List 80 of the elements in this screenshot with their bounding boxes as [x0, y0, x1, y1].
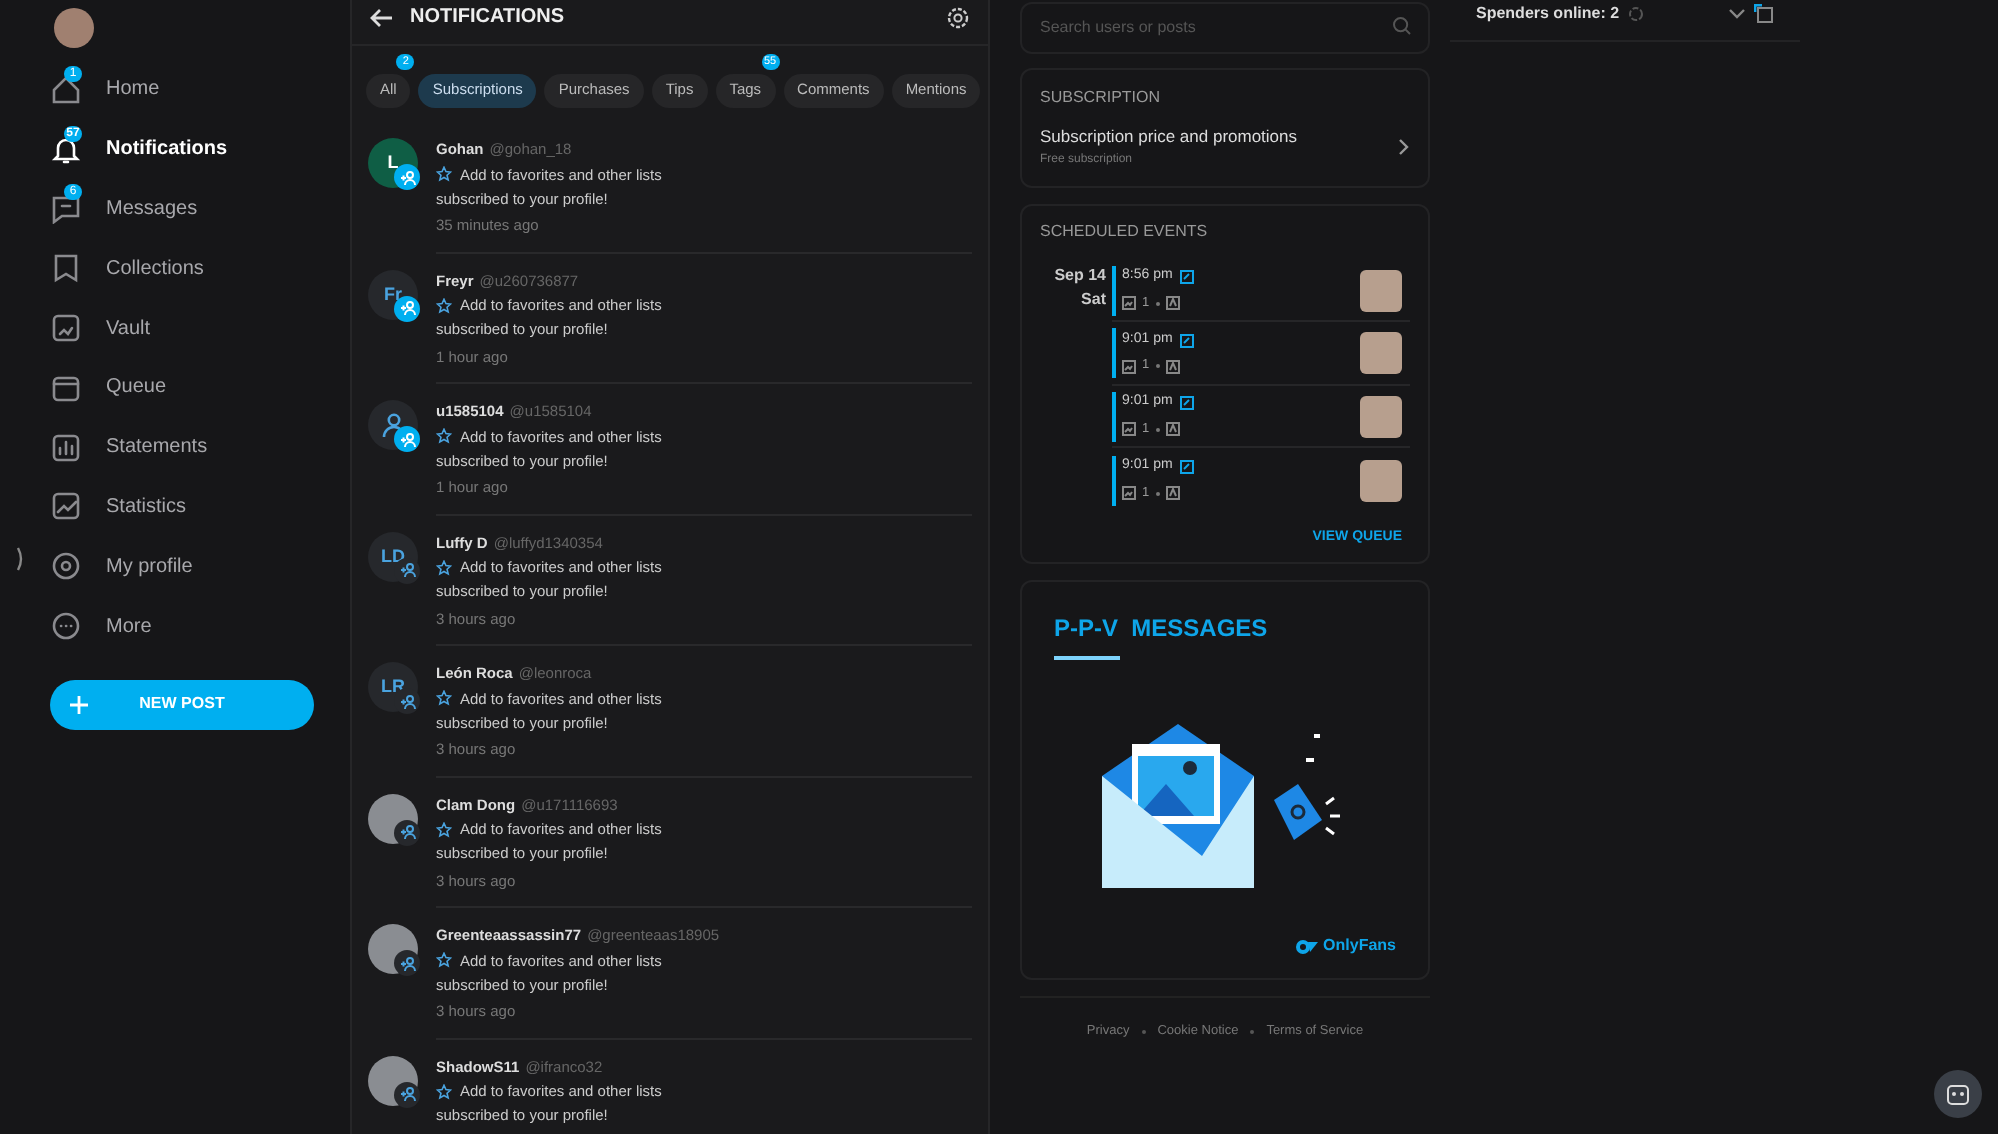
user-plus-icon	[399, 955, 415, 972]
dot-separator-icon	[1155, 427, 1160, 432]
user-plus-icon	[399, 431, 415, 448]
bar-chart-icon	[50, 431, 82, 464]
calendar-icon	[50, 371, 82, 404]
section-heading: SUBSCRIPTION	[1040, 86, 1163, 110]
chatbot-button[interactable]	[1934, 1070, 1982, 1118]
settings-icon[interactable]	[946, 5, 970, 30]
home-icon	[50, 73, 82, 106]
star-icon	[436, 1083, 452, 1100]
sidebar-item[interactable]: Statements	[50, 417, 350, 478]
brand-logo-icon	[1295, 939, 1318, 954]
line-chart-icon	[50, 490, 82, 523]
dot-separator-icon	[1155, 491, 1160, 496]
subscription-title: Subscription price and promotions	[1040, 124, 1300, 150]
star-icon	[436, 821, 452, 838]
sidebar-item[interactable]: More	[50, 596, 350, 656]
sidebar-item[interactable]: Queue	[50, 357, 350, 418]
sidebar-item[interactable]: My profile	[50, 536, 350, 597]
bell-icon	[50, 133, 82, 166]
profile-icon	[50, 550, 82, 583]
search-icon	[1392, 16, 1412, 36]
text-icon	[1165, 422, 1180, 437]
sidebar-item[interactable]: Collections	[50, 238, 350, 299]
text-icon	[1165, 296, 1180, 311]
event-marker	[1112, 265, 1116, 315]
dot-separator-icon	[1155, 301, 1160, 306]
robot-icon	[1944, 1082, 1972, 1106]
image-icon	[1122, 422, 1136, 437]
separator-dot-icon	[1250, 1030, 1255, 1035]
search-field[interactable]: Search users or posts	[1020, 1, 1430, 53]
page-title: NOTIFICATIONS	[410, 4, 567, 33]
promo-title: P-P-V MESSAGES	[1054, 612, 1270, 647]
collapse-icon[interactable]	[16, 546, 26, 572]
star-icon	[436, 952, 452, 969]
spenders-online-label: Spenders online: 2	[1476, 2, 1620, 26]
dot-separator-icon	[1155, 364, 1160, 369]
more-icon	[50, 610, 82, 643]
chevron-right-icon	[1398, 137, 1410, 156]
event-marker	[1112, 328, 1116, 378]
photo-placeholder	[1360, 332, 1402, 374]
person-icon	[381, 412, 405, 439]
image-icon	[1122, 486, 1136, 501]
star-icon	[436, 297, 452, 314]
bookmark-icon	[50, 252, 82, 285]
photo-placeholder	[1360, 269, 1402, 311]
event-marker	[1112, 455, 1116, 505]
sidebar-item[interactable]: Statistics	[50, 477, 350, 537]
text-icon	[1165, 359, 1180, 374]
section-heading: SCHEDULED EVENTS	[1040, 219, 1210, 244]
title-underline	[1054, 656, 1120, 661]
event-date: Sep 14	[1054, 263, 1106, 288]
text-icon	[1165, 486, 1180, 501]
promo-card[interactable]: P-P-V MESSAGES OnlyFans	[1020, 580, 1430, 981]
star-icon	[436, 166, 452, 183]
separator-dot-icon	[1141, 1030, 1146, 1035]
refresh-icon[interactable]	[1627, 6, 1644, 22]
user-plus-icon	[399, 300, 415, 317]
image-icon	[1122, 359, 1136, 374]
star-icon	[436, 690, 452, 707]
star-icon	[436, 428, 452, 445]
image-icon	[50, 312, 82, 345]
window-icon[interactable]	[1754, 4, 1774, 24]
photo-placeholder	[1360, 459, 1402, 501]
image-icon	[1122, 296, 1136, 311]
chevron-down-icon[interactable]	[1728, 8, 1746, 20]
profile-avatar[interactable]	[54, 8, 94, 48]
user-plus-icon	[399, 693, 415, 710]
user-plus-icon	[399, 169, 415, 186]
back-arrow-icon[interactable]	[370, 7, 394, 28]
user-plus-icon	[399, 1086, 415, 1103]
event-weekday: Sat	[1081, 287, 1106, 312]
photo-placeholder	[1360, 395, 1402, 437]
user-plus-icon	[399, 824, 415, 841]
brand-name: OnlyFans	[1323, 934, 1396, 959]
plus-icon	[70, 695, 88, 714]
event-marker	[1112, 391, 1116, 441]
star-icon	[436, 559, 452, 576]
sidebar-item[interactable]: Vault	[50, 298, 350, 358]
user-plus-icon	[399, 562, 415, 579]
